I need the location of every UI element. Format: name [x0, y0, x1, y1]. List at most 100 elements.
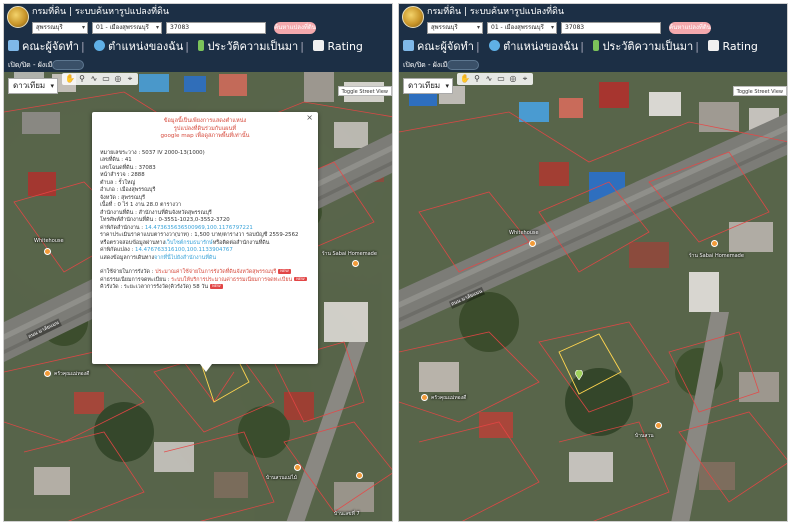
- land-department-logo-icon: [402, 6, 424, 28]
- poi-marker-icon[interactable]: [294, 464, 301, 471]
- district-value: 01 - เมืองสุพรรณบุรี: [491, 24, 544, 31]
- poi-label: บ้านสวนแม่ไม้: [266, 475, 298, 481]
- layer-toggle-bar: เปิด/ปิด - ผังเมือง: [4, 58, 392, 72]
- parcel-coords-label: ค่าพิกัดแปลง :: [100, 247, 134, 253]
- polyline-tool-icon[interactable]: ∿: [484, 74, 494, 84]
- nav-bar: คณะผู้จัดทำ | ตำแหน่งของฉัน | ประวัติความเ…: [399, 36, 787, 58]
- nav-team[interactable]: คณะผู้จัดทำ: [4, 36, 79, 58]
- sprout-icon: [593, 40, 600, 51]
- chevron-down-icon: ▾: [445, 82, 449, 90]
- route-link[interactable]: จากที่นี่ไปยังสำนักงานที่ดิน: [154, 255, 216, 261]
- parcel-number-input[interactable]: 37083: [561, 22, 661, 34]
- poi-marker-icon[interactable]: [529, 240, 536, 247]
- poi-marker-icon[interactable]: [352, 260, 359, 267]
- parcel-pin-icon[interactable]: [575, 370, 583, 380]
- district-select[interactable]: 01 - เมืองสุพรรณบุรี ▾: [92, 22, 162, 34]
- nav-history-label: ประวัติความเป็นมา: [207, 40, 299, 53]
- rectangle-tool-icon[interactable]: ▭: [101, 74, 111, 84]
- sheet-number: หมายเลขระวาง : 5037 IV 2000-13(1000): [100, 149, 205, 156]
- search-parcel-button[interactable]: ค้นหาแปลงที่ดิน: [274, 22, 316, 34]
- poi-marker-icon[interactable]: [356, 472, 363, 479]
- screenshot-without-popup: กรมที่ดิน | ระบบค้นหารูปแปลงที่ดิน สุพรร…: [398, 3, 788, 522]
- street-view-toggle[interactable]: Toggle Street View: [732, 86, 787, 96]
- marker-tool-icon[interactable]: ⚲: [472, 74, 482, 84]
- land-department-logo-icon: [7, 6, 29, 28]
- marker-tool-icon[interactable]: ⚲: [77, 74, 87, 84]
- search-bar: สุพรรณบุรี ▾ 01 - เมืองสุพรรณบุรี ▾ 37083 …: [4, 20, 392, 36]
- nav-rating[interactable]: Rating: [309, 36, 363, 58]
- province-select[interactable]: สุพรรณบุรี ▾: [32, 22, 88, 34]
- chevron-down-icon: ▾: [550, 24, 554, 31]
- warning-line: รูปแปลงที่ดินร่วมกับแผนที่: [173, 125, 237, 132]
- layer-search-field[interactable]: [447, 60, 479, 70]
- circle-tool-icon[interactable]: ◎: [113, 74, 123, 84]
- app-title: กรมที่ดิน | ระบบค้นหารูปแปลงที่ดิน: [4, 4, 392, 20]
- chevron-down-icon: ▾: [50, 82, 54, 90]
- circle-tool-icon[interactable]: ◎: [508, 74, 518, 84]
- nav-history[interactable]: ประวัติความเป็นมา: [589, 36, 693, 58]
- close-icon[interactable]: ×: [306, 114, 313, 122]
- nav-rating[interactable]: Rating: [704, 36, 758, 58]
- province-value: สุพรรณบุรี: [431, 24, 458, 31]
- province-select[interactable]: สุพรรณบุรี ▾: [427, 22, 483, 34]
- hand-pan-icon[interactable]: ✋: [460, 74, 470, 84]
- nav-my-location-label: ตำแหน่งของฉัน: [503, 40, 579, 53]
- poi-marker-icon[interactable]: [44, 370, 51, 377]
- map-type-select[interactable]: ดาวเทียม ▾: [8, 78, 58, 94]
- new-badge: NEW: [210, 284, 223, 289]
- subdistrict: ตำบล : รั้วใหญ่: [100, 179, 136, 186]
- office-coords-row: ค่าพิกัดสำนักงาน : 14.473635636500969,10…: [100, 225, 310, 233]
- district: อำเภอ : เมืองสุพรรณบุรี: [100, 187, 156, 193]
- price-check-prefix: หรือตรวจสอบข้อมูลผ่านทาง: [100, 239, 166, 246]
- parcel-coords-row: ค่าพิกัดแปลง : 14.476763316100,100.11339…: [100, 247, 310, 255]
- layer-search-field[interactable]: [52, 60, 84, 70]
- land-office: สำนักงานที่ดิน : สำนักงานที่ดินจังหวัดสุ…: [100, 209, 212, 216]
- parcel-coords-link[interactable]: 14.476763316100,100.1133904767: [135, 247, 233, 253]
- parcel-number-input[interactable]: 37083: [166, 22, 266, 34]
- treasury-website-link[interactable]: เว็บไซต์กรมธนารักษ์: [165, 240, 213, 246]
- nav-divider: |: [580, 40, 584, 53]
- bookshelf-icon: [403, 40, 414, 51]
- poi-label: Whitehouse: [34, 238, 64, 244]
- warning-line: ข้อมูลนี้เป็นเพียงการแสดงตำแหน่ง: [163, 118, 247, 124]
- registration-fee-link[interactable]: ระบบให้บริการประมาณค่าธรรมเนียมการจดทะเบ…: [171, 277, 292, 283]
- land-office-phone: โทรศัพท์สำนักงานที่ดิน : 0-3551-1023,0-3…: [100, 217, 230, 223]
- survey-fee-label: ค่าใช้จ่ายในการรังวัด :: [100, 269, 154, 275]
- poi-marker-icon[interactable]: [421, 394, 428, 401]
- nav-rating-label: Rating: [327, 40, 363, 53]
- poi-label: ร้าน Sabai Homemade: [322, 251, 377, 257]
- nav-team[interactable]: คณะผู้จัดทำ: [399, 36, 474, 58]
- drawing-toolbar: ✋ ⚲ ∿ ▭ ◎ ⌖: [457, 73, 533, 85]
- map-type-select[interactable]: ดาวเทียม ▾: [403, 78, 453, 94]
- survey-fee-link[interactable]: ประมาณค่าใช้จ่ายในการรังวัดที่ดินจังหวัด…: [155, 269, 276, 275]
- rectangle-tool-icon[interactable]: ▭: [496, 74, 506, 84]
- poi-marker-icon[interactable]: [711, 240, 718, 247]
- nav-my-location[interactable]: ตำแหน่งของฉัน: [90, 36, 183, 58]
- satellite-map[interactable]: ดาวเทียม ▾ ✋ ⚲ ∿ ▭ ◎ ⌖ Toggle Street View…: [399, 72, 787, 521]
- land-number: เลขที่ดิน : 41: [100, 157, 132, 163]
- nav-divider: |: [300, 40, 304, 53]
- province: จังหวัด : สุพรรณบุรี: [100, 194, 146, 201]
- hand-pan-icon[interactable]: ✋: [65, 74, 75, 84]
- chevron-down-icon: ▾: [81, 24, 85, 31]
- measure-tool-icon[interactable]: ⌖: [520, 74, 530, 84]
- office-coords-link[interactable]: 14.473635636500969,100.1176797221: [145, 225, 253, 231]
- bookshelf-icon: [8, 40, 19, 51]
- search-parcel-button[interactable]: ค้นหาแปลงที่ดิน: [669, 22, 711, 34]
- survey-page: หน้าสำรวจ : 2888: [100, 172, 145, 178]
- survey-fee-row: ค่าใช้จ่ายในการรังวัด : ประมาณค่าใช้จ่าย…: [100, 269, 310, 277]
- poi-marker-icon[interactable]: [655, 422, 662, 429]
- measure-tool-icon[interactable]: ⌖: [125, 74, 135, 84]
- sprout-icon: [198, 40, 205, 51]
- poi-marker-icon[interactable]: [44, 248, 51, 255]
- polyline-tool-icon[interactable]: ∿: [89, 74, 99, 84]
- district-select[interactable]: 01 - เมืองสุพรรณบุรี ▾: [487, 22, 557, 34]
- satellite-map[interactable]: ดาวเทียม ▾ ✋ ⚲ ∿ ▭ ◎ ⌖ Toggle Street View…: [4, 72, 392, 521]
- nav-history[interactable]: ประวัติความเป็นมา: [194, 36, 298, 58]
- district-value: 01 - เมืองสุพรรณบุรี: [96, 24, 149, 31]
- nav-my-location[interactable]: ตำแหน่งของฉัน: [485, 36, 578, 58]
- chart-icon: [313, 40, 325, 51]
- price-check-suffix: หรือติดต่อสำนักงานที่ดิน: [212, 239, 270, 246]
- street-view-toggle[interactable]: Toggle Street View: [337, 86, 392, 96]
